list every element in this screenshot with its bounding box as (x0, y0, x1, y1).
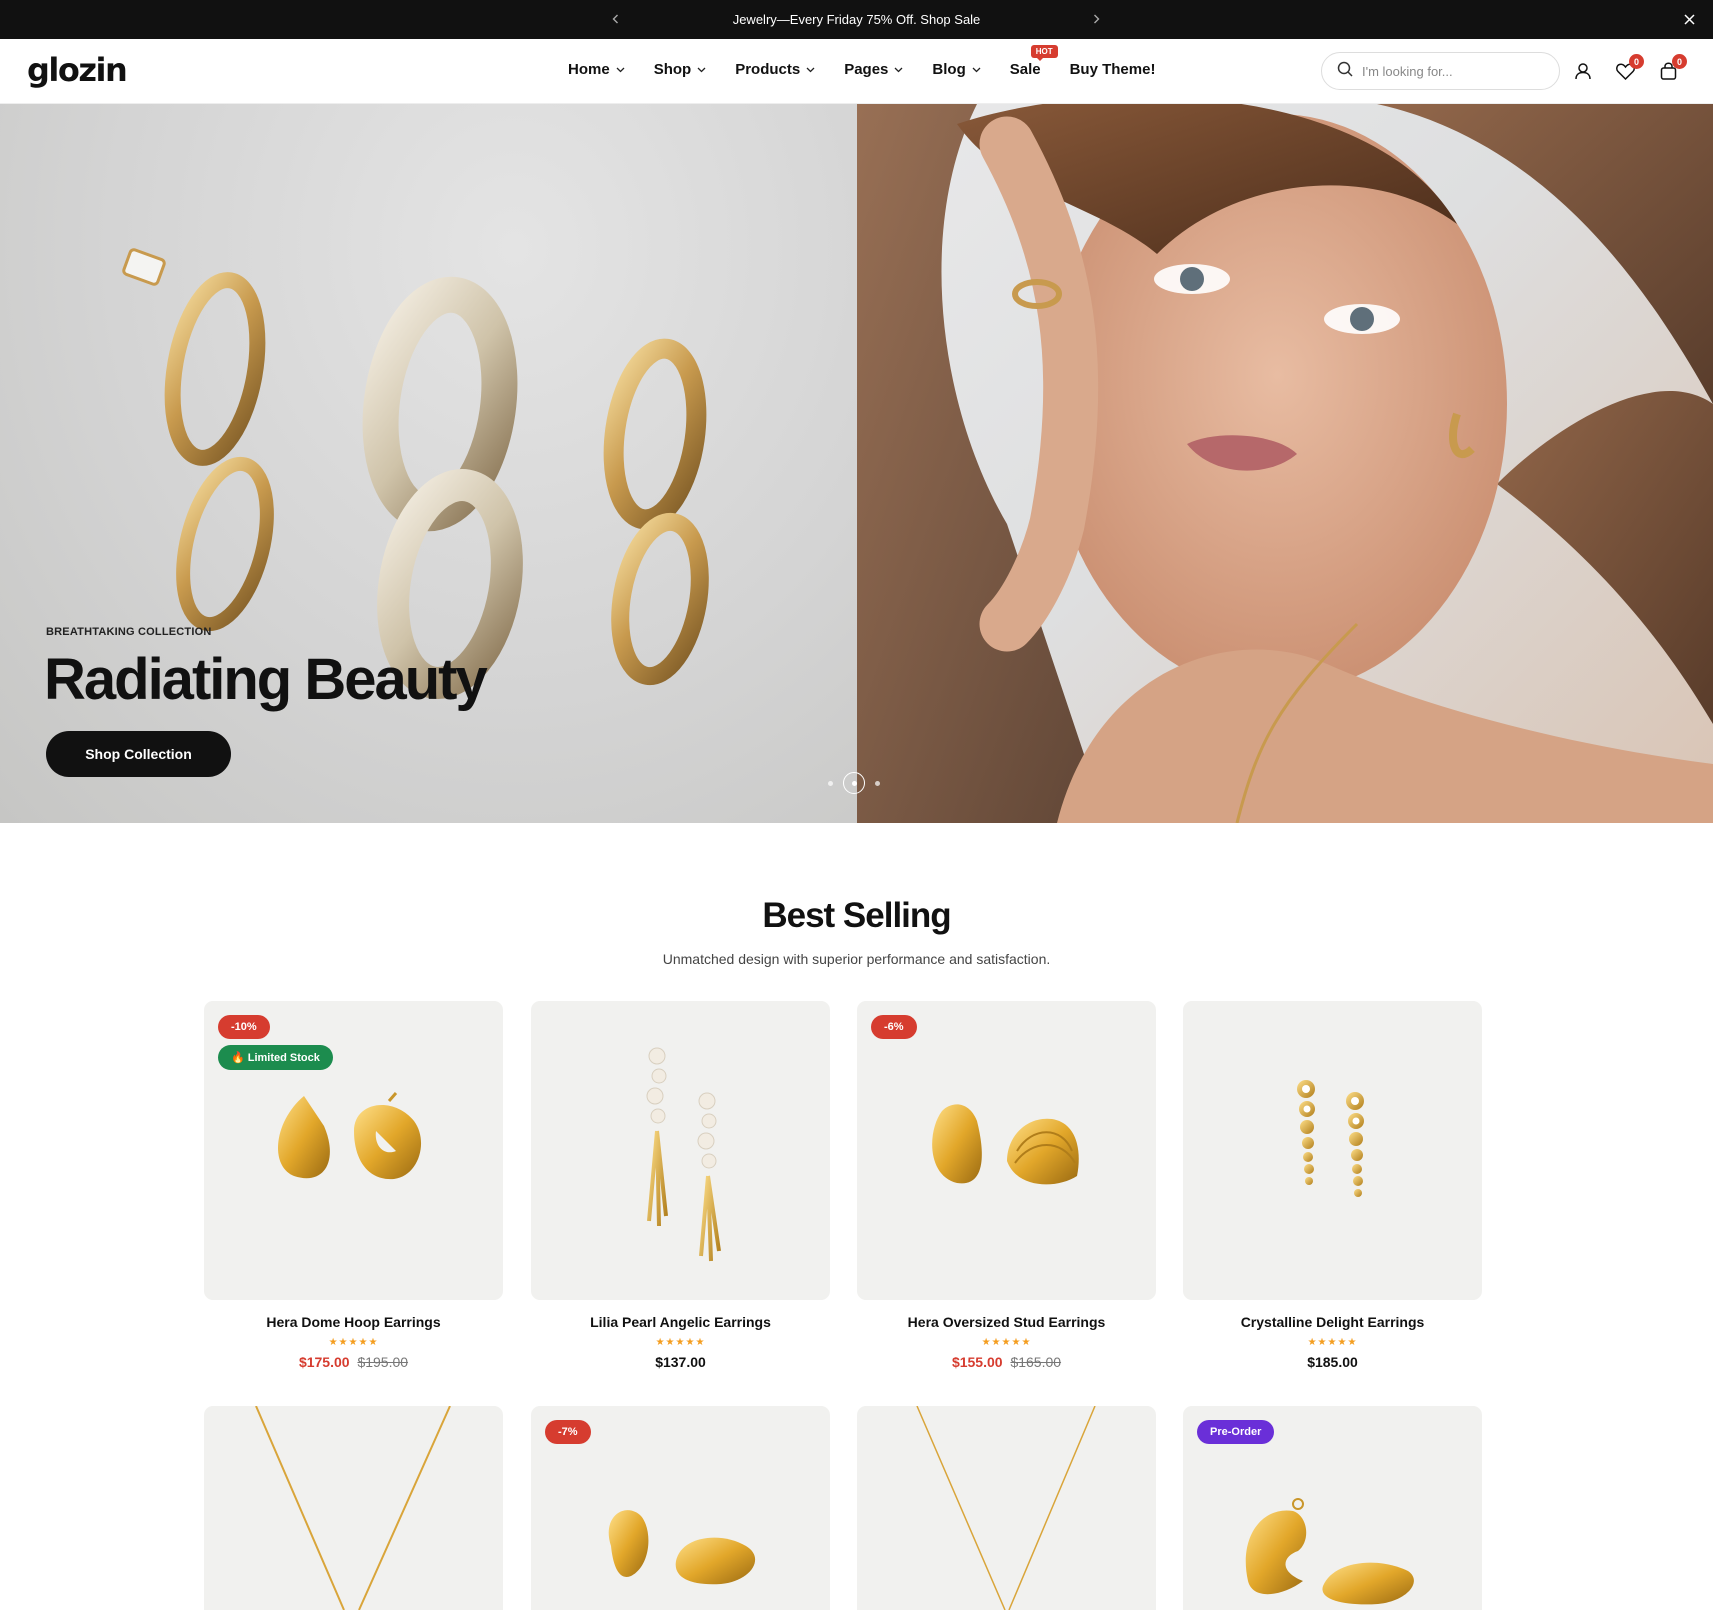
close-icon[interactable] (1679, 9, 1699, 29)
site-header: glozin Home Shop Products Pages Blog HOT… (0, 39, 1713, 104)
earring-illustration (646, 1047, 721, 1262)
product-price: $175.00 $195.00 (204, 1354, 503, 1370)
product-name[interactable]: Lilia Pearl Angelic Earrings (531, 1314, 830, 1330)
nav-label: Home (568, 61, 610, 78)
model-illustration (857, 104, 1713, 823)
product-name[interactable]: Crystalline Delight Earrings (1183, 1314, 1482, 1330)
nav-item-sale[interactable]: HOT Sale (1009, 45, 1058, 78)
rings-illustration (122, 248, 709, 699)
nav-item-pages[interactable]: Pages (844, 61, 903, 78)
wishlist-icon[interactable]: 0 (1614, 54, 1644, 82)
limited-stock-badge: 🔥 Limited Stock (218, 1045, 333, 1070)
hero-model-image (857, 104, 1713, 823)
earring-illustration (1297, 1080, 1364, 1197)
chevron-down-icon (697, 67, 706, 73)
sale-price: $175.00 (298, 1354, 350, 1370)
earring-illustration (932, 1104, 1079, 1185)
hero-title: Radiating Beauty (44, 647, 488, 712)
chevron-down-icon (616, 67, 625, 73)
product-image[interactable]: -7% (531, 1406, 830, 1610)
rating-stars: ★★★★★ (1307, 1337, 1358, 1348)
rating-stars: ★★★★★ (981, 1337, 1032, 1348)
shop-collection-button[interactable]: Shop Collection (46, 731, 231, 777)
rating-stars: ★★★★★ (655, 1337, 706, 1348)
discount-badge: -6% (871, 1015, 917, 1039)
price: $185.00 (1307, 1354, 1358, 1370)
rating-stars: ★★★★★ (328, 1337, 379, 1348)
cart-count-badge: 0 (1672, 54, 1687, 69)
product-card[interactable]: Crystalline Delight Earrings ★★★★★ $185.… (1183, 1001, 1482, 1370)
preorder-badge: Pre-Order (1197, 1420, 1275, 1444)
chevron-down-icon (972, 67, 981, 73)
hot-badge: HOT (1030, 45, 1058, 61)
discount-badge: -7% (545, 1420, 591, 1444)
chevron-down-icon (806, 67, 815, 73)
hero-rings-image: BREATHTAKING COLLECTION Radiating Beauty… (0, 104, 857, 823)
chevron-right-icon[interactable] (1086, 9, 1106, 29)
announcement-text[interactable]: Jewelry—Every Friday 75% Off. Shop Sale (0, 12, 1713, 27)
nav-item-home[interactable]: Home (568, 61, 625, 78)
sale-price: $155.00 (951, 1354, 1003, 1370)
nav-label: Blog (932, 61, 966, 78)
product-card[interactable]: -7% (531, 1406, 830, 1610)
search-input[interactable] (1362, 63, 1542, 79)
product-image[interactable] (531, 1001, 830, 1300)
product-name[interactable]: Hera Oversized Stud Earrings (857, 1314, 1156, 1330)
nav-label: Pages (844, 61, 889, 78)
nav-item-products[interactable]: Products (735, 61, 815, 78)
nav-item-shop[interactable]: Shop (654, 61, 707, 78)
necklace-illustration (916, 1406, 1096, 1610)
product-card[interactable]: -10% 🔥 Limited Stock Hera Dome Hoop Earr… (204, 1001, 503, 1370)
chevron-down-icon (894, 67, 903, 73)
product-card[interactable]: -6% Hera Oversized Stud Earrings ★★★★★ $… (857, 1001, 1156, 1370)
hero-slider: BREATHTAKING COLLECTION Radiating Beauty… (0, 104, 1713, 823)
slider-dot-1[interactable] (828, 780, 833, 786)
section-subtitle: Unmatched design with superior performan… (662, 951, 1051, 967)
original-price: $195.00 (357, 1354, 409, 1370)
nav-item-buy-theme[interactable]: Buy Theme! (1070, 61, 1156, 78)
slider-dot-3[interactable] (875, 780, 880, 786)
nav-label: Buy Theme! (1069, 61, 1156, 78)
product-card[interactable] (857, 1406, 1156, 1610)
necklace-illustration (255, 1406, 451, 1610)
hero-subtitle: BREATHTAKING COLLECTION (46, 626, 212, 638)
main-nav: Home Shop Products Pages Blog HOT Sale B… (568, 45, 1184, 78)
price: $137.00 (655, 1354, 706, 1370)
search-box[interactable] (1321, 52, 1560, 90)
nav-item-blog[interactable]: Blog (932, 61, 981, 78)
product-image[interactable] (1183, 1001, 1482, 1300)
product-image[interactable]: Pre-Order (1183, 1406, 1482, 1610)
product-image[interactable] (857, 1406, 1156, 1610)
nav-label: Sale (1009, 61, 1041, 78)
product-card[interactable] (204, 1406, 503, 1610)
product-image[interactable]: -10% 🔥 Limited Stock (204, 1001, 503, 1300)
wishlist-count-badge: 0 (1629, 54, 1644, 69)
discount-badge: -10% (218, 1015, 270, 1039)
logo[interactable]: glozin (27, 51, 128, 89)
product-card[interactable]: Pre-Order (1183, 1406, 1482, 1610)
product-image[interactable]: -6% (857, 1001, 1156, 1300)
account-icon[interactable] (1572, 60, 1594, 82)
original-price: $165.00 (1010, 1354, 1062, 1370)
section-title: Best Selling (762, 896, 951, 935)
product-name[interactable]: Hera Dome Hoop Earrings (204, 1314, 503, 1330)
product-price: $185.00 (1183, 1354, 1482, 1370)
nav-label: Products (735, 61, 801, 78)
product-price: $137.00 (531, 1354, 830, 1370)
slider-dots (828, 772, 880, 794)
product-card[interactable]: Lilia Pearl Angelic Earrings ★★★★★ $137.… (531, 1001, 830, 1370)
announcement-bar: Jewelry—Every Friday 75% Off. Shop Sale (0, 0, 1713, 39)
product-image[interactable] (204, 1406, 503, 1610)
nav-label: Shop (653, 61, 692, 78)
product-price: $155.00 $165.00 (857, 1354, 1156, 1370)
cart-icon[interactable]: 0 (1657, 54, 1687, 82)
slider-dot-2-active[interactable] (843, 772, 865, 794)
search-icon[interactable] (1337, 61, 1353, 82)
